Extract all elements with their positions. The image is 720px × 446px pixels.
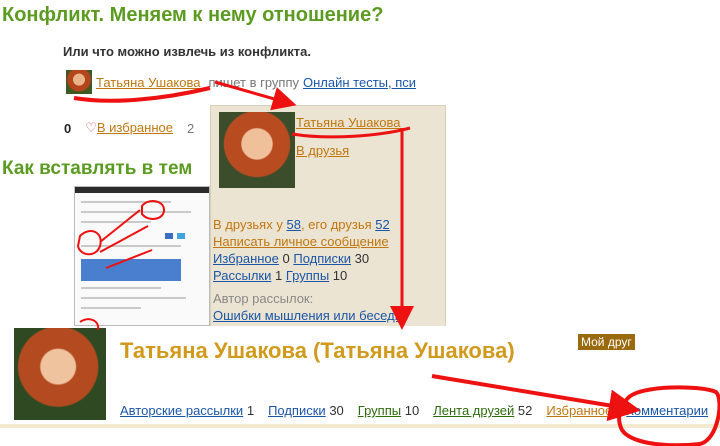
nav-comments-label[interactable]: Комментарии [626,403,708,418]
group-link[interactable]: Онлайн тесты, пси [303,75,416,90]
write-message-link[interactable]: Написать личное сообщение [213,234,389,249]
favorite-label[interactable]: В избранное [97,120,173,135]
favorites-link[interactable]: Избранное [213,251,279,266]
thumb-line [81,201,171,203]
author-meta: пишет в группу [208,74,300,90]
author-row: Татьяна Ушакова пишет в группу Онлайн те… [66,70,416,94]
nav-friends-feed-label[interactable]: Лента друзей [433,403,514,418]
thumb-line [81,221,151,223]
post-title[interactable]: Конфликт. Меняем к нему отношение? [2,4,383,27]
his-friends-link[interactable]: 52 [375,217,389,232]
mailings-count: 1 [274,268,283,283]
author-link[interactable]: Татьяна Ушакова [96,75,200,90]
nav-count: 52 [517,403,533,418]
comment-count: 0 [64,120,72,136]
heart-icon: ♡ [85,120,97,135]
thumb-social-icon [177,233,185,239]
groups-count: 10 [332,268,348,283]
nav-count: 10 [404,403,420,418]
thumb-line [81,297,186,299]
author-of-label: Автор рассылок: [213,291,314,306]
favorite-button[interactable]: ♡В избранное [85,120,173,136]
popup-details: В друзьях у 58, его друзья 52 Написать л… [213,216,404,324]
nav-comments[interactable]: Комментарии [626,403,708,418]
thumb-line [81,211,191,213]
nav-subscriptions-label[interactable]: Подписки [268,403,326,418]
friends-prefix: В друзьях у [213,217,283,232]
favorite-tail: 2 [186,120,195,136]
thumb-social-icon [165,233,173,239]
thumb-line [81,245,181,247]
popup-name-link[interactable]: Татьяна Ушакова [296,115,400,130]
my-friend-badge: Мой друг [578,334,635,350]
user-hover-card: Татьяна Ушакова В друзья В друзьях у 58,… [210,105,446,327]
thumb-highlight [81,259,181,281]
profile-nav: Авторские рассылки 1 Подписки 30 Группы … [120,403,708,418]
profile-title: Татьяна Ушакова (Татьяна Ушакова) [120,338,515,363]
thumb-line [81,307,141,309]
nav-favorites-label[interactable]: Избранное [546,403,612,418]
nav-friends-feed[interactable]: Лента друзей 52 [433,403,532,418]
favorites-count: 0 [282,251,290,266]
nav-subscriptions[interactable]: Подписки 30 [268,403,344,418]
nav-groups[interactable]: Группы 10 [358,403,419,418]
nav-count: 1 [246,403,255,418]
thumb-line [81,287,161,289]
nav-favorites[interactable]: Избранное [546,403,612,418]
mailings-link[interactable]: Рассылки [213,268,271,283]
tutorial-screenshot-thumbnail[interactable] [74,186,210,326]
profile-avatar [14,328,106,420]
post-subtitle: Или что можно извлечь из конфликта. [63,44,311,59]
friends-line: В друзьях у 58, его друзья 52 [213,216,404,233]
nav-author-mailings-label[interactable]: Авторские рассылки [120,403,243,418]
friends-count-link[interactable]: 58 [286,217,300,232]
mailing-name-link[interactable]: Ошибки мышления или беседы [213,308,404,323]
author-avatar[interactable] [66,70,92,94]
add-friend-link[interactable]: В друзья [296,143,349,158]
subscriptions-link[interactable]: Подписки [293,251,351,266]
post2-title[interactable]: Как вставлять в тем [2,158,192,180]
subscriptions-count: 30 [354,251,370,266]
groups-link[interactable]: Группы [286,268,329,283]
nav-author-mailings[interactable]: Авторские рассылки 1 [120,403,254,418]
profile-bottom-bar [0,424,720,428]
nav-groups-label[interactable]: Группы [358,403,401,418]
stats-row: 0 ♡В избранное 2 [64,120,194,136]
nav-count: 30 [329,403,344,418]
friends-mid: , его друзья [300,217,372,232]
popup-avatar[interactable] [219,112,295,188]
thumb-toolbar [75,187,209,193]
